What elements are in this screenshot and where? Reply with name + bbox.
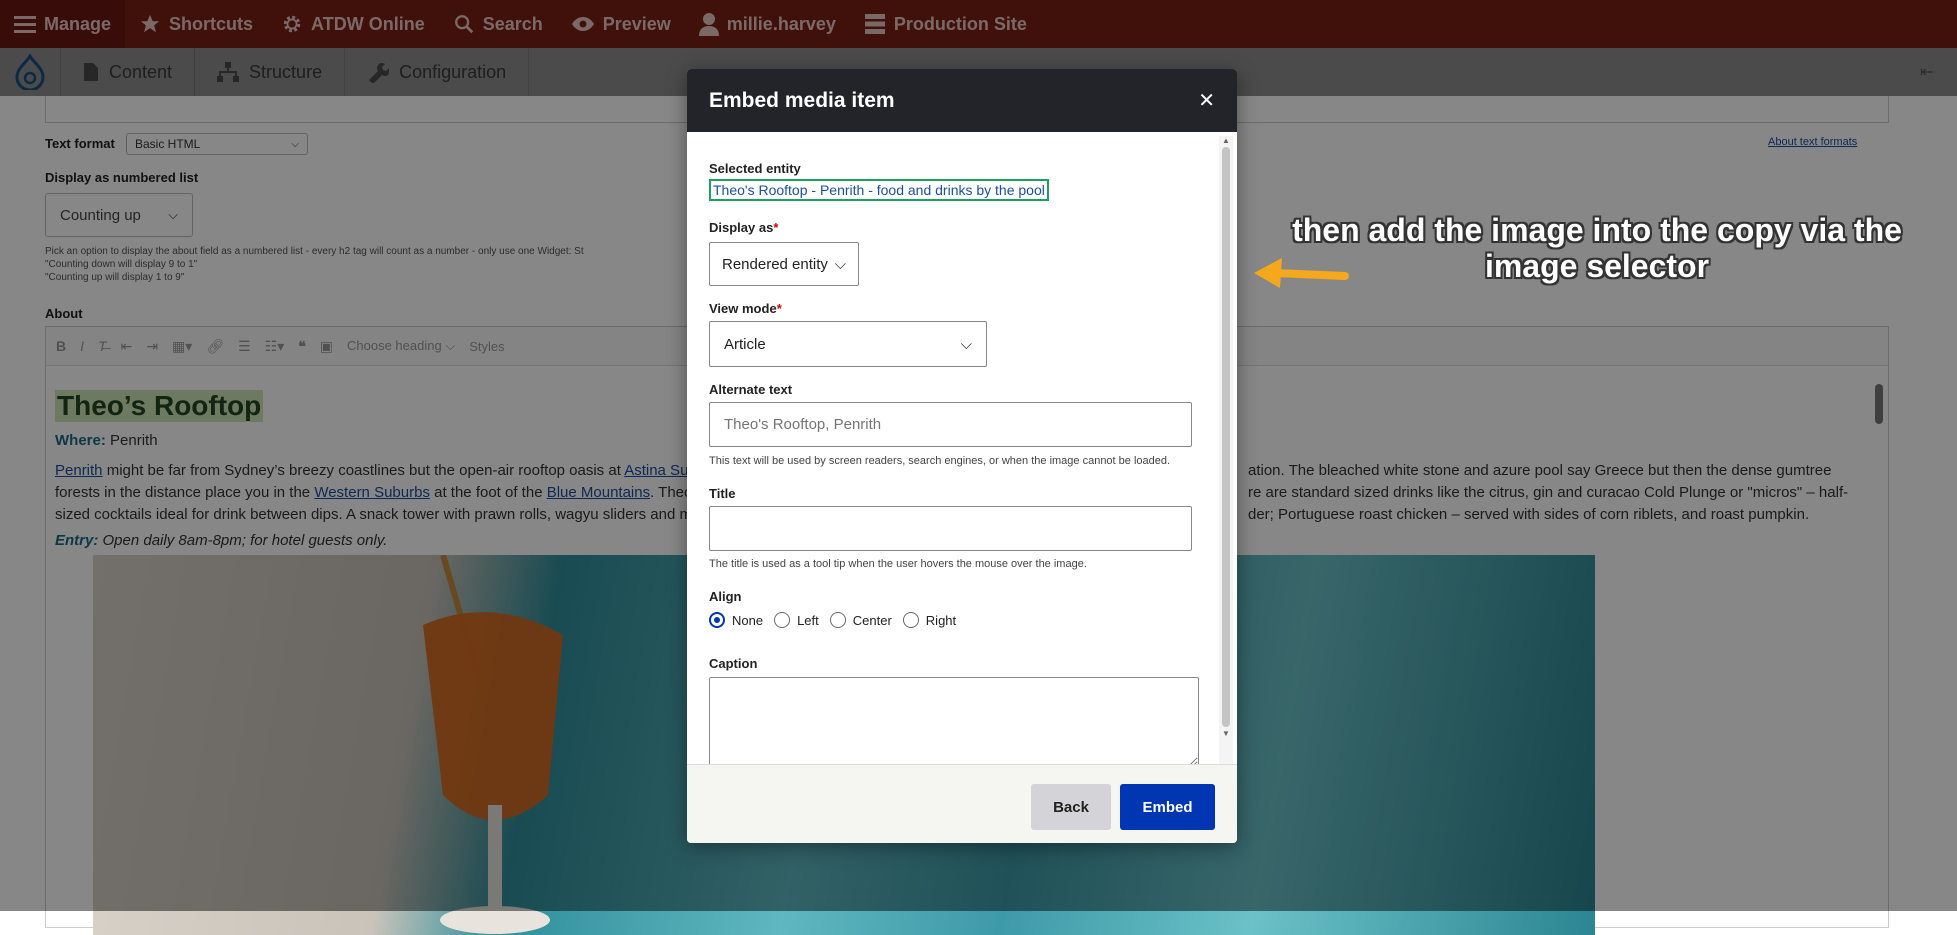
display-as-value: Rendered entity [722, 255, 828, 273]
align-right-label: Right [925, 612, 957, 628]
scroll-down-icon[interactable]: ▼ [1219, 729, 1233, 738]
chevron-down-icon: ⌵ [960, 335, 972, 353]
align-left-label: Left [797, 612, 819, 628]
alt-text-input[interactable] [709, 402, 1192, 447]
close-icon[interactable]: ✕ [1198, 88, 1215, 113]
align-options: None Left Center Right [709, 612, 956, 628]
align-none-label: None [732, 612, 764, 628]
back-button[interactable]: Back [1031, 784, 1111, 830]
title-description: The title is used as a tool tip when the… [709, 558, 1087, 570]
dialog-scrollbar[interactable]: ▲ ▼ [1219, 136, 1233, 764]
annotation-text: then add the image into the copy via the… [1292, 212, 1902, 284]
dialog-title: Embed media item [709, 88, 895, 112]
align-center-label: Center [852, 612, 892, 628]
align-right-radio[interactable] [902, 612, 919, 628]
chevron-down-icon: ⌵ [834, 255, 846, 273]
dialog-body: Selected entity Theo's Rooftop - Penrith… [687, 132, 1237, 767]
display-as-label-text: Display as [709, 220, 774, 235]
scroll-up-icon[interactable]: ▲ [1219, 136, 1233, 145]
align-center-radio[interactable] [829, 612, 846, 628]
alt-text-label: Alternate text [709, 382, 793, 397]
dialog-footer: Back Embed [687, 764, 1237, 843]
align-left-radio[interactable] [774, 612, 791, 628]
scrollbar-thumb[interactable] [1222, 147, 1230, 727]
dialog-header: Embed media item ✕ [687, 69, 1237, 132]
align-label: Align [709, 589, 742, 604]
title-input[interactable] [709, 506, 1192, 551]
embed-media-dialog: Embed media item ✕ Selected entity Theo'… [687, 69, 1237, 843]
title-label: Title [709, 486, 736, 501]
required-marker: * [776, 301, 782, 316]
caption-textarea[interactable] [709, 677, 1199, 767]
view-mode-label: View mode* [709, 301, 782, 316]
align-none-radio[interactable] [709, 612, 725, 628]
embed-button[interactable]: Embed [1120, 784, 1215, 830]
caption-label: Caption [709, 656, 758, 671]
display-as-select[interactable]: Rendered entity ⌵ [709, 242, 859, 286]
view-mode-label-text: View mode [709, 301, 777, 316]
view-mode-select[interactable]: Article ⌵ [709, 321, 987, 367]
selected-entity-label: Selected entity [709, 161, 801, 176]
required-marker: * [773, 220, 779, 235]
alt-text-description: This text will be used by screen readers… [709, 455, 1171, 467]
display-as-label: Display as* [709, 220, 778, 235]
view-mode-value: Article [724, 335, 766, 353]
selected-entity-link[interactable]: Theo's Rooftop - Penrith - food and drin… [709, 179, 1049, 201]
